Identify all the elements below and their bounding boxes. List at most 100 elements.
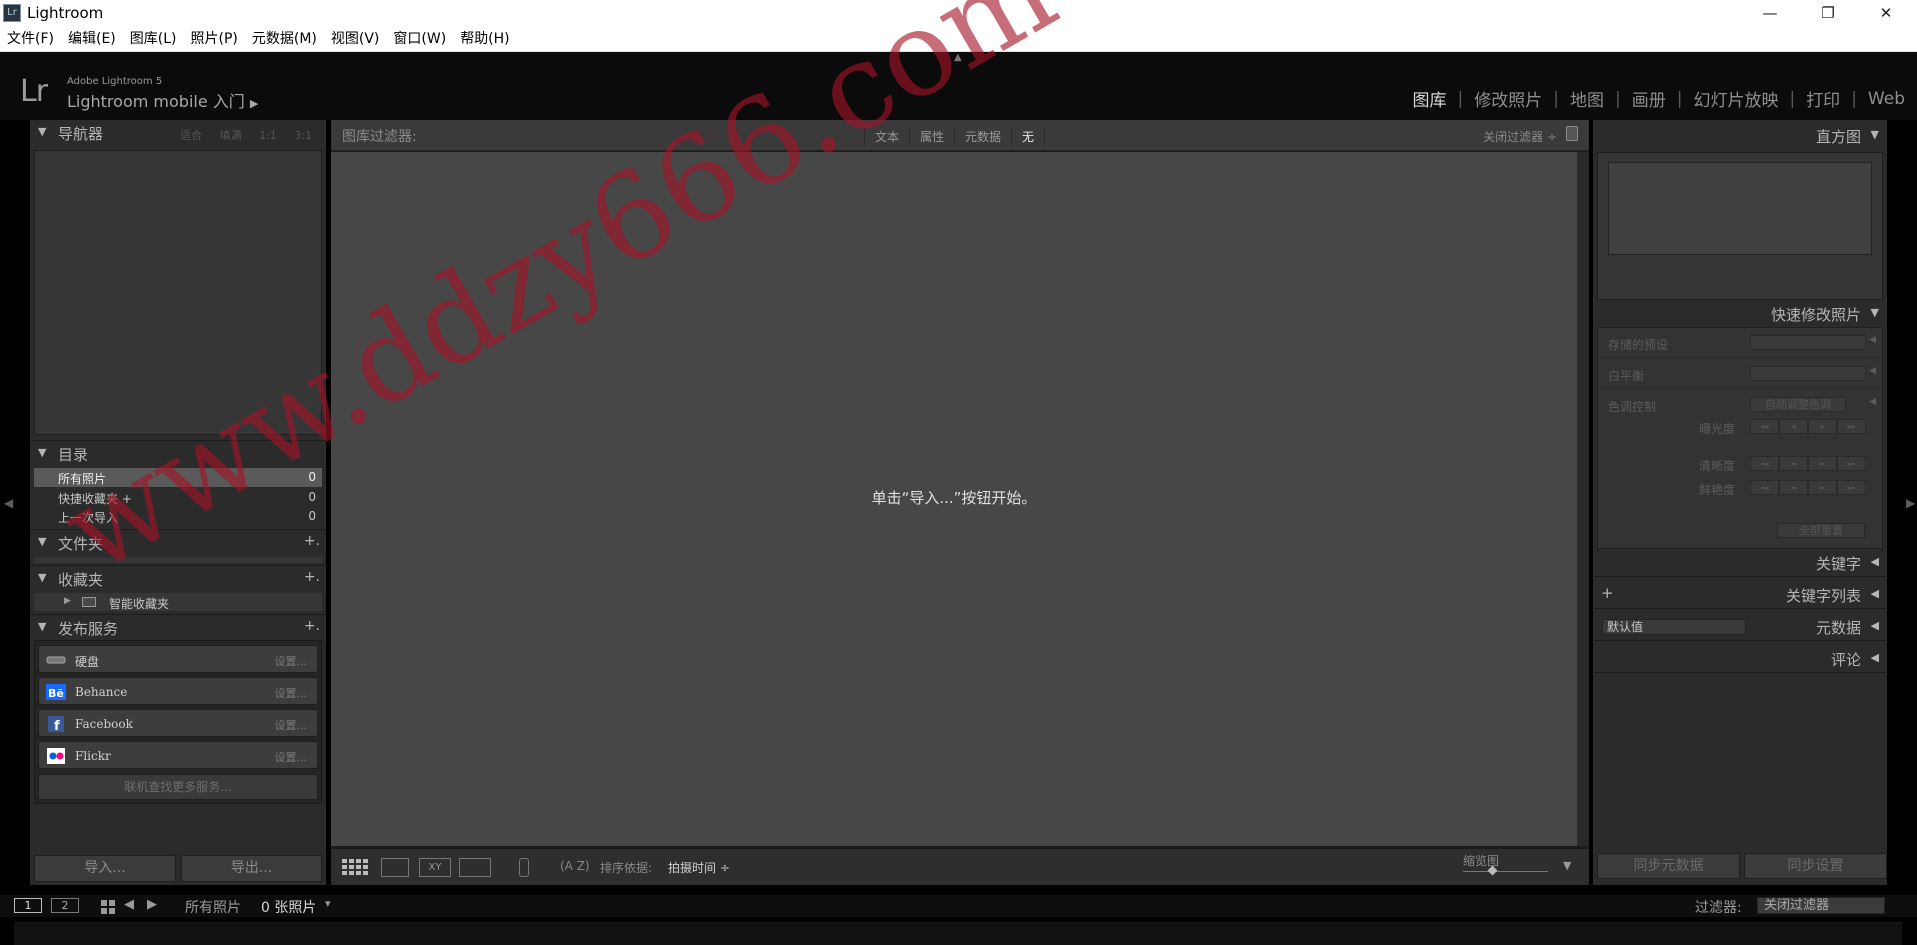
smart-collections-item[interactable]: ▶ 智能收藏夹 <box>34 593 322 611</box>
decrease-button[interactable]: ◂ <box>1779 480 1808 495</box>
lock-icon[interactable] <box>1566 126 1578 141</box>
menu-edit[interactable]: 编辑(E) <box>61 27 123 51</box>
left-panel-toggle-icon[interactable]: ◀ <box>4 496 13 510</box>
grid-view-small-icon[interactable] <box>101 899 115 914</box>
import-button[interactable]: 导入... <box>34 855 176 882</box>
keywording-header[interactable]: 关键字 ◀ <box>1593 549 1887 576</box>
quick-develop-header[interactable]: 快速修改照片 ▼ <box>1593 300 1887 327</box>
service-setup-link[interactable]: 设置... <box>275 717 308 733</box>
grid-view-icon[interactable] <box>341 858 370 877</box>
histogram-header[interactable]: 直方图 ▼ <box>1593 122 1887 149</box>
add-collection-icon[interactable]: +. <box>304 569 320 585</box>
expand-left-icon[interactable]: ◀ <box>1869 397 1876 407</box>
compare-view-icon[interactable]: XY <box>419 858 451 877</box>
decrease-button[interactable]: ◂ <box>1779 419 1808 434</box>
module-map[interactable]: 地图 <box>1559 86 1615 111</box>
filter-tab-none[interactable]: 无 <box>1011 128 1046 145</box>
sync-settings-button[interactable]: 同步设置 <box>1744 853 1887 879</box>
decrease-large-button[interactable]: ◂◂ <box>1750 419 1779 434</box>
auto-tone-button[interactable]: 自动调整色调 <box>1750 397 1846 412</box>
menu-help[interactable]: 帮助(H) <box>453 27 516 51</box>
publish-service-behance[interactable]: Bē Behance 设置... <box>38 677 318 705</box>
right-panel-toggle-icon[interactable]: ▶ <box>1906 496 1915 510</box>
collapse-top-arrow-icon[interactable]: ▲ <box>954 52 962 63</box>
identity-plate[interactable]: Lightroom mobile 入门 ▶ <box>67 88 258 112</box>
publish-services-header[interactable]: ▼ 发布服务 +. <box>30 615 326 642</box>
module-develop[interactable]: 修改照片 <box>1463 86 1553 111</box>
increase-button[interactable]: ▸ <box>1808 419 1837 434</box>
decrease-large-button[interactable]: ◂◂ <box>1750 480 1779 495</box>
menu-photo[interactable]: 照片(P) <box>184 27 245 51</box>
menu-view[interactable]: 视图(V) <box>324 27 387 51</box>
increase-large-button[interactable]: ▸▸ <box>1837 419 1866 434</box>
module-print[interactable]: 打印 <box>1795 86 1851 111</box>
folders-header[interactable]: ▼ 文件夹 +. <box>30 530 326 557</box>
source-dropdown-icon[interactable]: ▾ <box>325 897 331 910</box>
spray-can-icon[interactable] <box>519 858 529 877</box>
saved-preset-dropdown[interactable] <box>1750 335 1866 350</box>
filter-tab-attribute[interactable]: 属性 <box>909 128 954 145</box>
filmstrip-source[interactable]: 所有照片 <box>185 897 241 917</box>
catalog-item-previous-import[interactable]: 上一次导入 0 <box>34 507 322 526</box>
white-balance-dropdown[interactable] <box>1750 366 1866 381</box>
filmstrip-filter-dropdown[interactable]: 关闭过滤器 <box>1757 897 1885 914</box>
zoom-3-1[interactable]: 3:1 <box>294 129 312 142</box>
reset-all-button[interactable]: 全部重置 <box>1777 523 1865 538</box>
grid-scrollbar[interactable] <box>1577 152 1589 846</box>
export-button[interactable]: 导出... <box>181 855 322 882</box>
maximize-button[interactable]: ❐ <box>1805 0 1851 27</box>
primary-window-button[interactable]: 1 <box>14 898 42 913</box>
filmstrip[interactable] <box>14 922 1902 945</box>
zoom-fit[interactable]: 适合 <box>180 129 202 142</box>
find-more-services-button[interactable]: 联机查找更多服务... <box>38 774 318 800</box>
expand-triangle-icon[interactable]: ▶ <box>64 596 71 606</box>
menu-library[interactable]: 图库(L) <box>123 27 184 51</box>
module-web[interactable]: Web <box>1857 89 1905 109</box>
keyword-list-header[interactable]: + 关键字列表 ◀ <box>1593 581 1887 608</box>
publish-service-flickr[interactable]: Flickr 设置... <box>38 741 318 769</box>
decrease-large-button[interactable]: ◂◂ <box>1750 456 1779 471</box>
menu-window[interactable]: 窗口(W) <box>386 27 453 51</box>
catalog-item-all-photos[interactable]: 所有照片 0 <box>34 468 322 487</box>
metadata-preset-dropdown[interactable]: 默认值 <box>1602 619 1746 635</box>
add-folder-icon[interactable]: +. <box>304 533 320 549</box>
catalog-item-quick-collection[interactable]: 快捷收藏夹 + 0 <box>34 488 322 507</box>
service-setup-link[interactable]: 设置... <box>275 685 308 701</box>
close-button[interactable]: ✕ <box>1863 0 1909 27</box>
publish-service-hard-drive[interactable]: 硬盘 设置... <box>38 645 318 673</box>
navigator-header[interactable]: ▼ 导航器 适合 填满 1:1 3:1 <box>30 120 326 147</box>
thumbnail-size-slider[interactable] <box>1463 871 1548 872</box>
toolbar-menu-arrow-icon[interactable]: ▼ <box>1563 859 1571 872</box>
increase-large-button[interactable]: ▸▸ <box>1837 456 1866 471</box>
navigator-preview[interactable] <box>34 150 322 435</box>
menu-metadata[interactable]: 元数据(M) <box>245 27 324 51</box>
sync-metadata-button[interactable]: 同步元数据 <box>1597 853 1740 879</box>
survey-view-icon[interactable] <box>459 858 491 877</box>
catalog-header[interactable]: ▼ 目录 <box>30 441 326 468</box>
comments-header[interactable]: 评论 ◀ <box>1593 645 1887 672</box>
collections-header[interactable]: ▼ 收藏夹 +. <box>30 566 326 593</box>
module-library[interactable]: 图库 <box>1402 86 1458 111</box>
module-slideshow[interactable]: 幻灯片放映 <box>1682 86 1789 111</box>
sort-direction-icon[interactable]: (A Z) <box>560 859 590 873</box>
expand-left-icon[interactable]: ◀ <box>1869 366 1876 376</box>
increase-large-button[interactable]: ▸▸ <box>1837 480 1866 495</box>
filter-tab-metadata[interactable]: 元数据 <box>954 128 1011 145</box>
service-setup-link[interactable]: 设置... <box>275 653 308 669</box>
secondary-window-button[interactable]: 2 <box>51 898 79 913</box>
zoom-fill[interactable]: 填满 <box>220 129 242 142</box>
grid-view[interactable]: 单击“导入...”按钮开始。 <box>331 152 1577 846</box>
forward-arrow-icon[interactable]: ▶ <box>147 897 157 912</box>
back-arrow-icon[interactable]: ◀ <box>124 897 134 912</box>
add-publish-service-icon[interactable]: +. <box>304 618 320 634</box>
module-book[interactable]: 画册 <box>1621 86 1677 111</box>
zoom-1-1[interactable]: 1:1 <box>259 129 277 142</box>
decrease-button[interactable]: ◂ <box>1779 456 1808 471</box>
expand-left-icon[interactable]: ◀ <box>1869 335 1876 345</box>
menu-file[interactable]: 文件(F) <box>0 27 61 51</box>
filter-tab-text[interactable]: 文本 <box>864 128 909 145</box>
filter-preset-dropdown[interactable]: 关闭过滤器 ÷ <box>1483 128 1557 145</box>
sort-dropdown[interactable]: 拍摄时间 ÷ <box>668 859 730 876</box>
increase-button[interactable]: ▸ <box>1808 480 1837 495</box>
publish-service-facebook[interactable]: f Facebook 设置... <box>38 709 318 737</box>
